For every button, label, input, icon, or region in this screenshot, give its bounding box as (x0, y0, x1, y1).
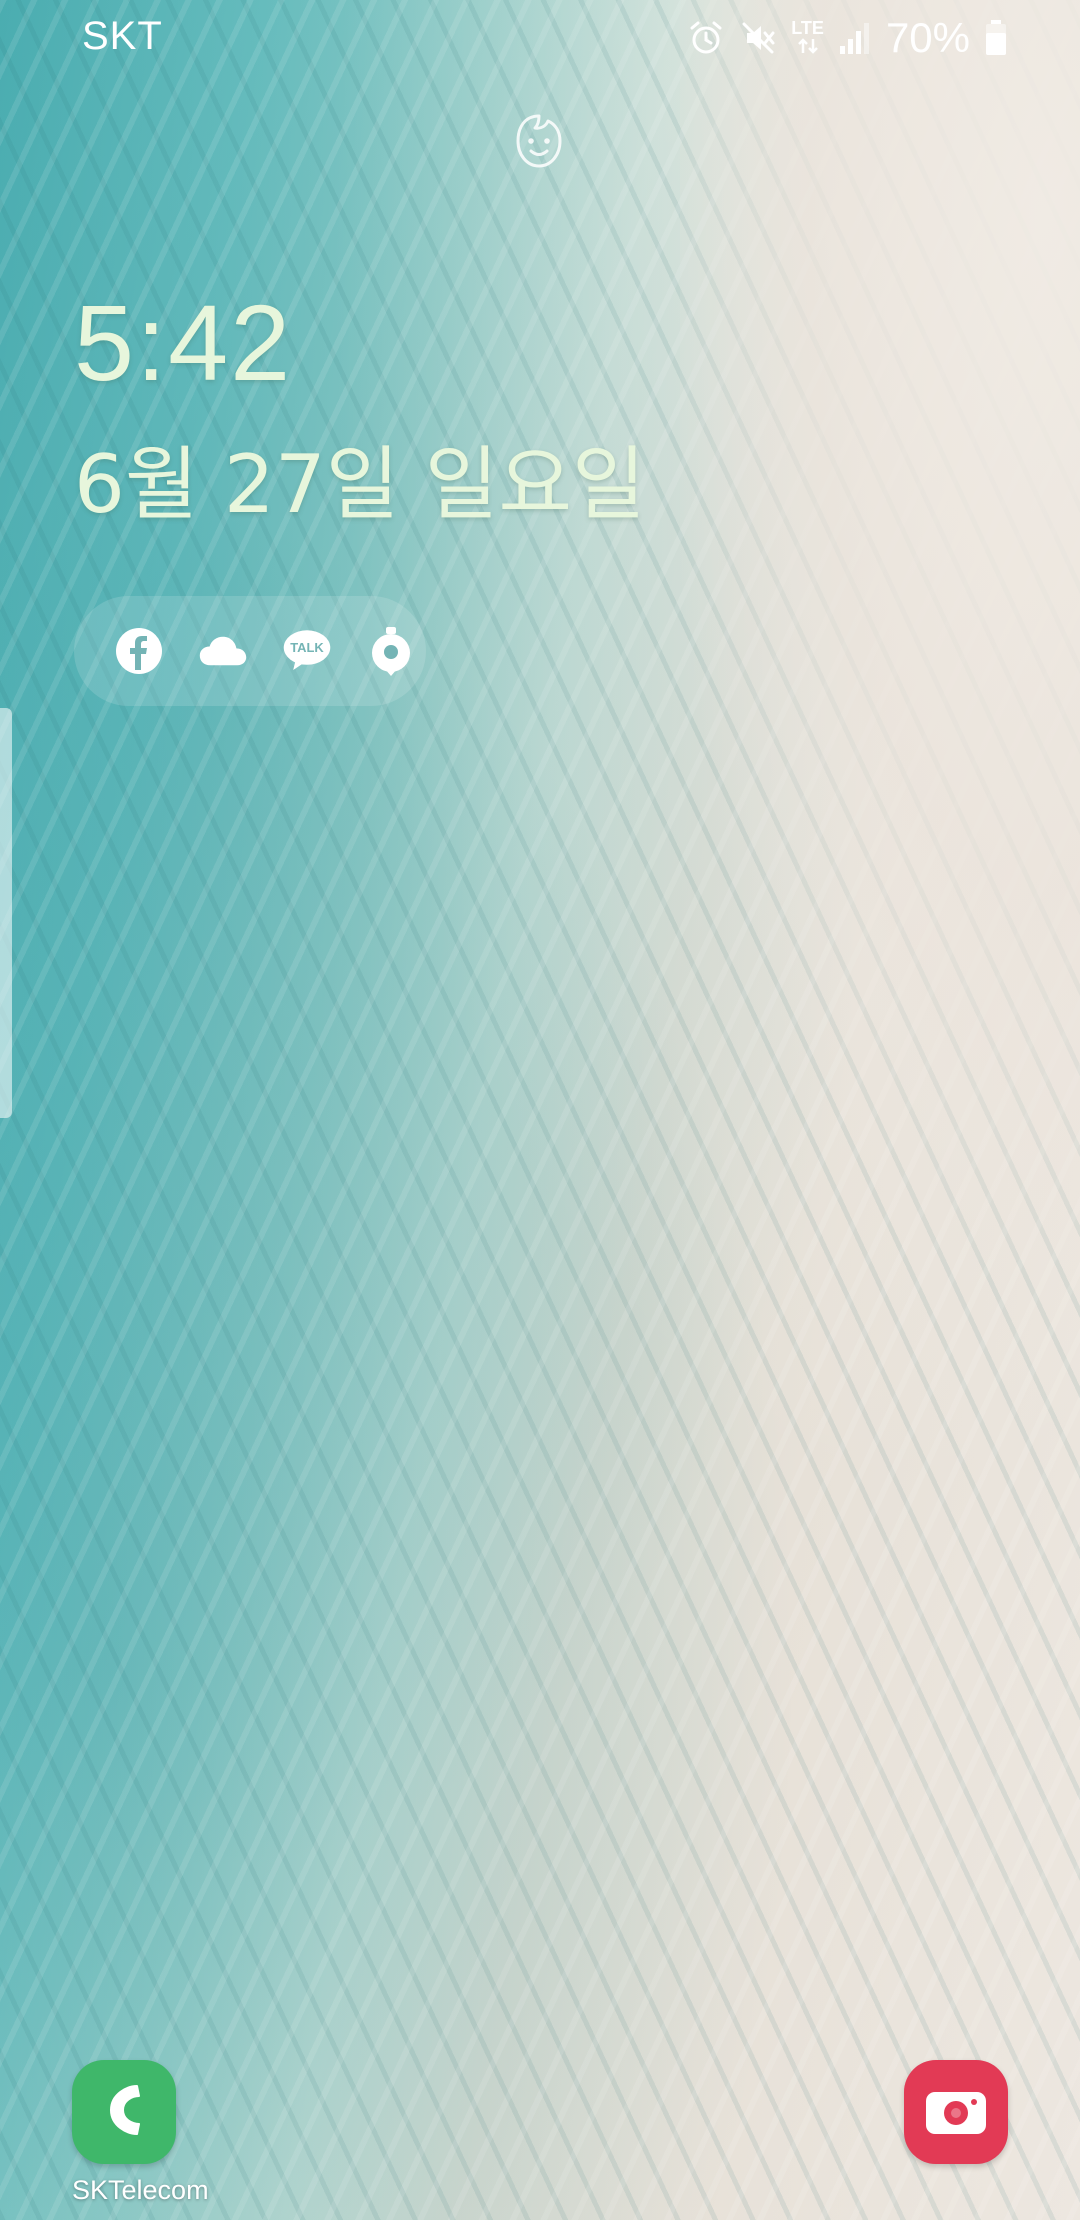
alarm-icon (687, 19, 725, 57)
wallpaper-sand (680, 0, 1080, 1260)
face-recognition-icon[interactable] (508, 110, 570, 172)
status-bar: SKT LTE 70% (0, 0, 1080, 76)
lock-clock: 5:42 (74, 282, 293, 403)
battery-icon (984, 19, 1008, 57)
cloud-icon[interactable] (198, 626, 248, 676)
facebook-icon[interactable] (114, 626, 164, 676)
carrier-label: SKT (82, 14, 163, 58)
phone-icon (97, 2080, 151, 2144)
mute-icon (739, 19, 777, 57)
svg-text:TALK: TALK (290, 640, 324, 655)
battery-percent: 70% (885, 14, 970, 61)
status-icons: LTE 70% (687, 14, 1008, 62)
lock-date: 6월 27일 일요일 (74, 438, 646, 531)
signal-icon (838, 20, 872, 56)
location-app-icon[interactable] (366, 626, 416, 676)
lte-icon: LTE (791, 19, 824, 58)
notification-icons[interactable]: TALK (74, 596, 426, 706)
edge-panel-handle[interactable] (0, 708, 12, 1118)
camera-shortcut[interactable] (904, 2060, 1008, 2164)
phone-shortcut-label: SKTelecom (72, 2175, 209, 2205)
phone-shortcut[interactable] (72, 2060, 176, 2164)
lock-screen: SKT LTE 70% 5:42 6월 27일 일요일 TALK SKTelec… (0, 0, 1080, 2220)
kakaotalk-icon[interactable]: TALK (282, 626, 332, 676)
camera-icon (924, 2084, 988, 2140)
